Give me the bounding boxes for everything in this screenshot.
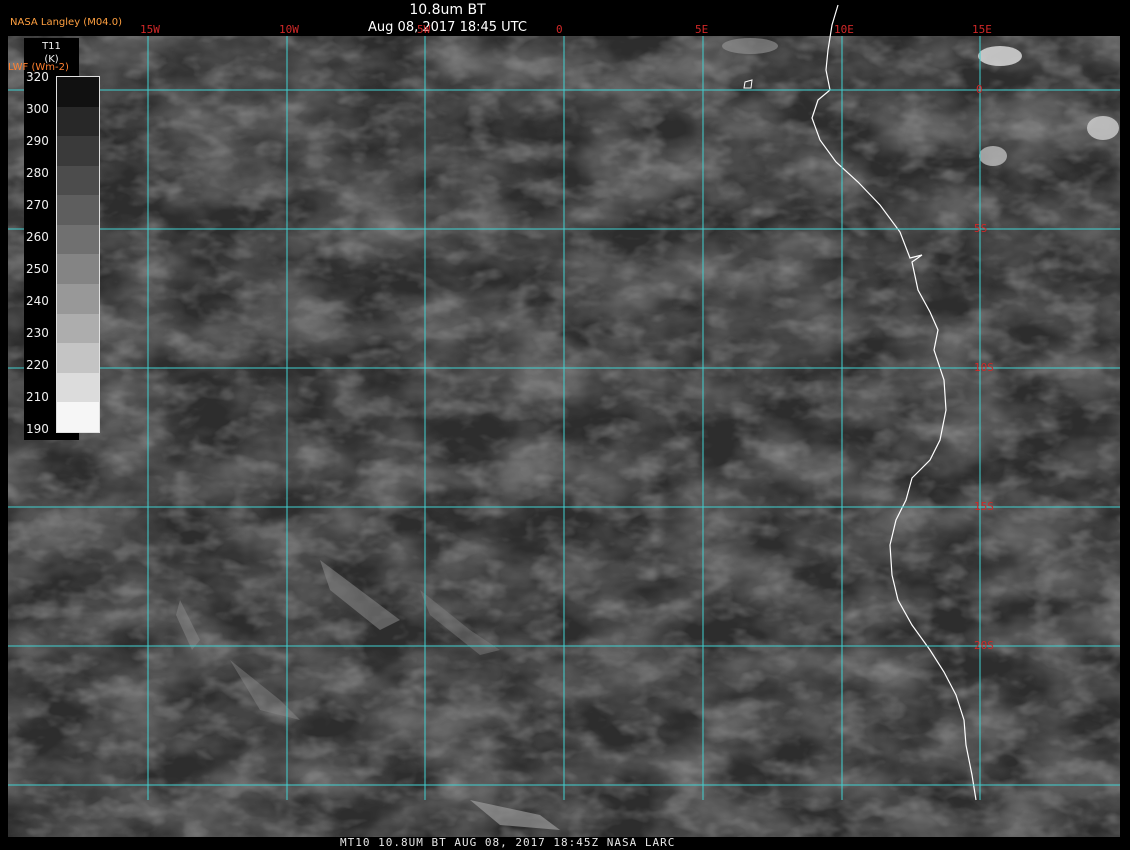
latitude-label: 0 bbox=[976, 83, 983, 96]
longitude-label: 10E bbox=[834, 23, 854, 36]
colorbar-tick-label: 230 bbox=[26, 326, 49, 340]
colorbar-variable: T11 bbox=[42, 41, 61, 52]
colorbar-tick-label: 280 bbox=[26, 166, 49, 180]
colorbar-segment bbox=[57, 402, 99, 432]
latitude-label: 15S bbox=[974, 500, 994, 513]
colorbar-tick-label: 250 bbox=[26, 262, 49, 276]
colorbar-tick-label: 300 bbox=[26, 102, 49, 116]
colorbar-tick-label: 240 bbox=[26, 294, 49, 308]
colorbar-segment bbox=[57, 77, 99, 107]
longitude-label: 10W bbox=[279, 23, 299, 36]
colorbar-scale bbox=[56, 76, 100, 433]
image-datetime: Aug 08, 2017 18:45 UTC bbox=[368, 20, 527, 35]
colorbar-segment bbox=[57, 343, 99, 373]
colorbar-tick-label: 220 bbox=[26, 358, 49, 372]
product-title: 10.8um BT bbox=[409, 2, 486, 18]
longitude-label: 15E bbox=[972, 23, 992, 36]
colorbar-segment bbox=[57, 195, 99, 225]
colorbar-segment bbox=[57, 136, 99, 166]
latitude-label: 10S bbox=[974, 361, 994, 374]
longitude-label: 15W bbox=[140, 23, 160, 36]
colorbar-legend: T11 (K) 320 300 290 280 270 260 250 240 230 220 21… bbox=[24, 38, 100, 440]
colorbar-tick-label: 210 bbox=[26, 390, 49, 404]
colorbar-segment bbox=[57, 372, 99, 403]
colorbar-tick-label: 260 bbox=[26, 230, 49, 244]
colorbar-tick-label: 290 bbox=[26, 134, 49, 148]
colorbar-segment bbox=[57, 165, 99, 196]
latitude-label: 5S bbox=[974, 222, 988, 235]
colorbar-segment bbox=[57, 254, 99, 285]
footer-caption: MT10 10.8UM BT AUG 08, 2017 18:45Z NASA … bbox=[340, 836, 676, 849]
colorbar-tick-label: 270 bbox=[26, 198, 49, 212]
colorbar-tick-label: 190 bbox=[26, 422, 49, 436]
colorbar-segment bbox=[57, 106, 99, 137]
satellite-map bbox=[8, 4, 1120, 837]
longitude-label: 5E bbox=[695, 23, 709, 36]
colorbar-segment bbox=[57, 224, 99, 255]
lwf-label: LWF (Wm-2) bbox=[8, 62, 69, 73]
colorbar-segment bbox=[57, 284, 99, 314]
latitude-label: 20S bbox=[974, 639, 994, 652]
colorbar-segment bbox=[57, 313, 99, 344]
longitude-label: 0 bbox=[556, 23, 563, 36]
credit-label: NASA Langley (M04.0) bbox=[10, 17, 122, 28]
longitude-label: 5W bbox=[417, 23, 431, 36]
